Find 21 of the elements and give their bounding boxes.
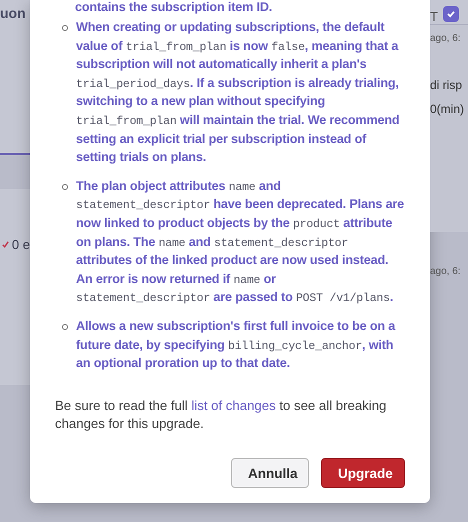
bullet-icon <box>62 25 68 31</box>
upgrade-note: Be sure to read the full list of changes to see all breaking changes for this upgrade. <box>55 396 388 434</box>
column-header: T <box>430 9 438 24</box>
cancel-button[interactable]: Annulla <box>231 458 309 488</box>
list-of-changes-link[interactable]: list of changes <box>191 398 276 413</box>
upgrade-button[interactable]: Upgrade <box>321 458 405 488</box>
timestamp: ago, 6: <box>430 33 462 44</box>
change-item: contains the subscription item ID. <box>74 0 274 15</box>
change-item: Allows a new subscription's first full invoice to be on a future date, by specifying billing_cycle_anchor, with an optional proration up to that date. <box>76 318 396 372</box>
card-title: uon <box>0 5 27 21</box>
check-icon <box>2 240 9 249</box>
checkbox[interactable] <box>442 6 459 22</box>
stat-value: 0 e <box>12 237 30 252</box>
bullet-icon <box>62 324 68 330</box>
checkmark-icon <box>446 9 456 19</box>
change-item: The plan object attributes name and statement_descriptor have been deprecated. Plans are now linked to product objects by the product attribute on plans. The name and statement_descriptor attributes of the linked product are now used instead. An error is now returned if name or statement_descriptor are passed to POST /v1/plans. <box>76 178 405 307</box>
change-item: When creating or updating subscriptions, the default value of trial_from_plan is now false, meaning that a subscription will not automatically inherit a plan's trial_period_days. If a subscription is already trialing, switching to a new plan without specifying trial_from_plan will maintain the trial. We recommend setting an explicit trial per subscription instead of setting trials on plans. <box>76 19 400 166</box>
card-title: di risp <box>430 78 464 92</box>
timestamp: ago, 6: <box>430 266 462 277</box>
stat-value: 0(min) <box>430 102 466 116</box>
bullet-icon <box>62 184 68 190</box>
